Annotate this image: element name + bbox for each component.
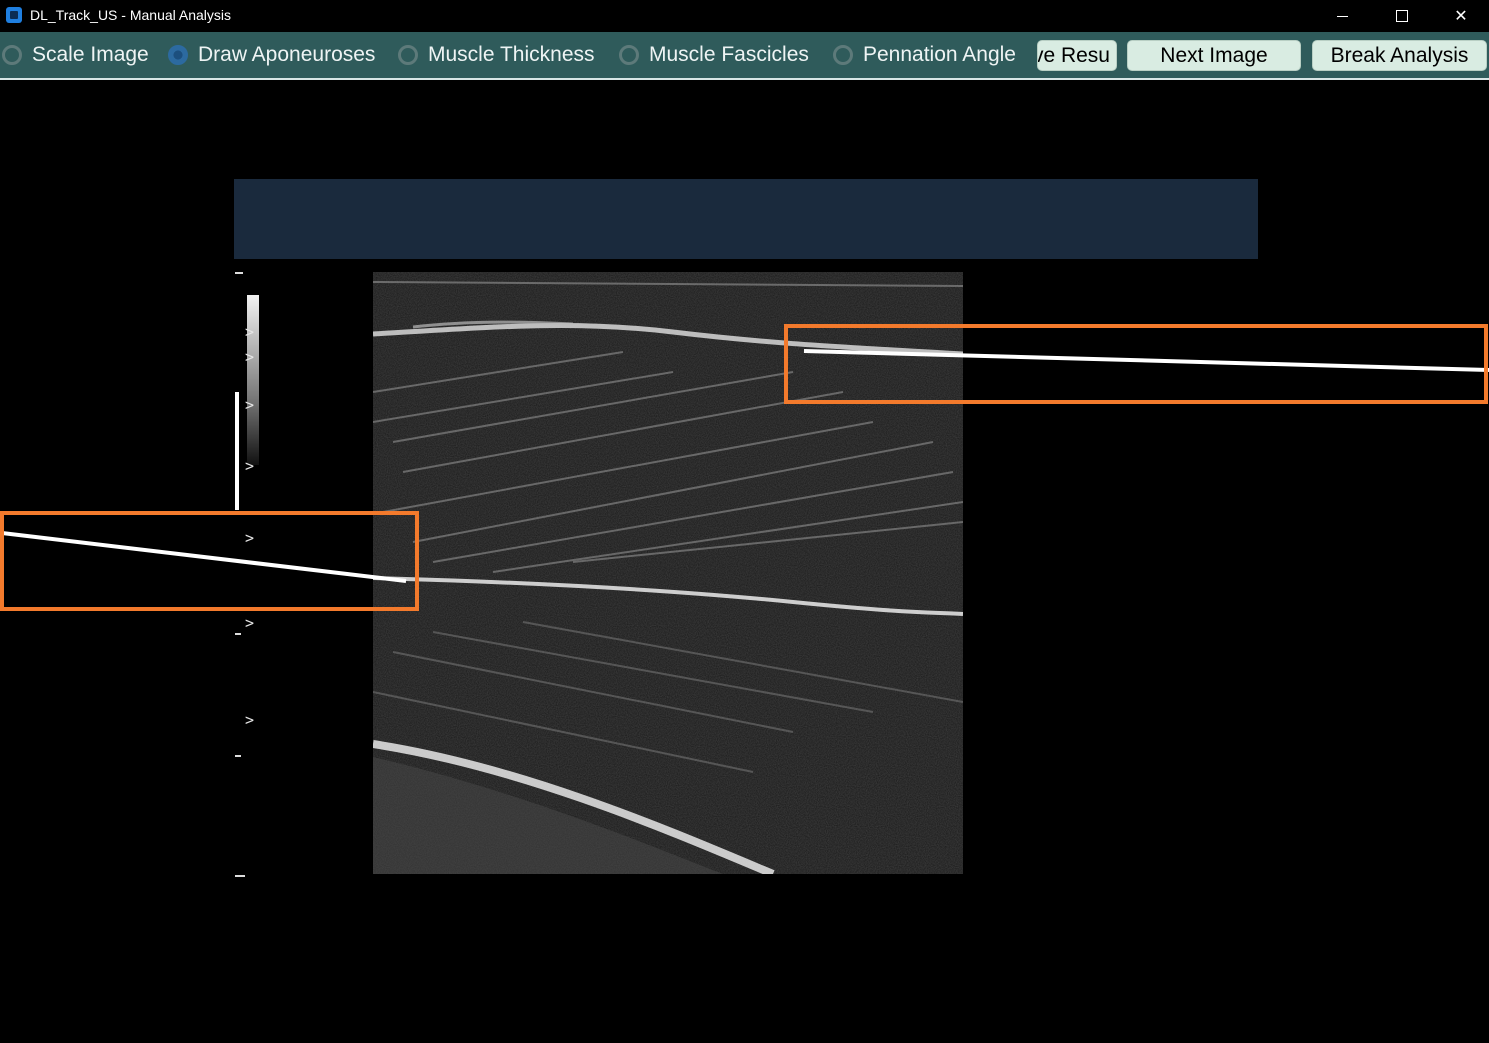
highlight-box-upper <box>784 324 1488 404</box>
highlight-box-lower <box>0 511 419 611</box>
